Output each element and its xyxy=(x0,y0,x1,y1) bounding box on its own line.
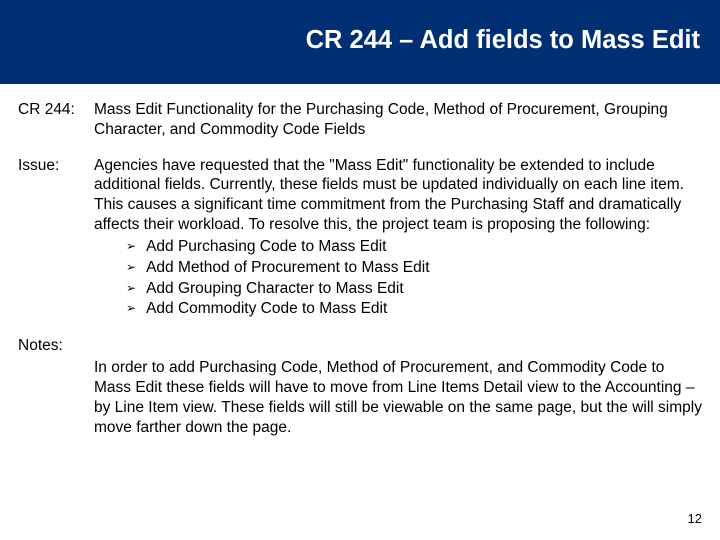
cr-row: CR 244: Mass Edit Functionality for the … xyxy=(18,100,702,140)
slide-content: CR 244: Mass Edit Functionality for the … xyxy=(0,86,720,437)
slide-title-bar: CR 244 – Add fields to Mass Edit xyxy=(0,0,720,86)
list-item: Add Commodity Code to Mass Edit xyxy=(126,299,702,319)
bullet-text: Add Commodity Code to Mass Edit xyxy=(146,300,387,317)
issue-bullet-list: Add Purchasing Code to Mass Edit Add Met… xyxy=(94,237,702,319)
list-item: Add Grouping Character to Mass Edit xyxy=(126,279,702,299)
notes-body-row: In order to add Purchasing Code, Method … xyxy=(18,358,702,437)
list-item: Add Method of Procurement to Mass Edit xyxy=(126,258,702,278)
notes-label: Notes: xyxy=(18,336,94,356)
slide: CR 244 – Add fields to Mass Edit CR 244:… xyxy=(0,0,720,540)
issue-body-col: Agencies have requested that the "Mass E… xyxy=(94,156,702,321)
issue-row: Issue: Agencies have requested that the … xyxy=(18,156,702,321)
notes-row: Notes: xyxy=(18,336,702,356)
notes-body: In order to add Purchasing Code, Method … xyxy=(94,358,702,437)
issue-label: Issue: xyxy=(18,156,94,176)
issue-body: Agencies have requested that the "Mass E… xyxy=(94,157,684,233)
bullet-text: Add Purchasing Code to Mass Edit xyxy=(146,238,386,255)
cr-body: Mass Edit Functionality for the Purchasi… xyxy=(94,100,702,140)
bullet-text: Add Grouping Character to Mass Edit xyxy=(146,280,404,297)
cr-label: CR 244: xyxy=(18,100,94,120)
list-item: Add Purchasing Code to Mass Edit xyxy=(126,237,702,257)
slide-title: CR 244 – Add fields to Mass Edit xyxy=(306,26,700,54)
bullet-text: Add Method of Procurement to Mass Edit xyxy=(146,259,429,276)
page-number: 12 xyxy=(688,511,702,526)
